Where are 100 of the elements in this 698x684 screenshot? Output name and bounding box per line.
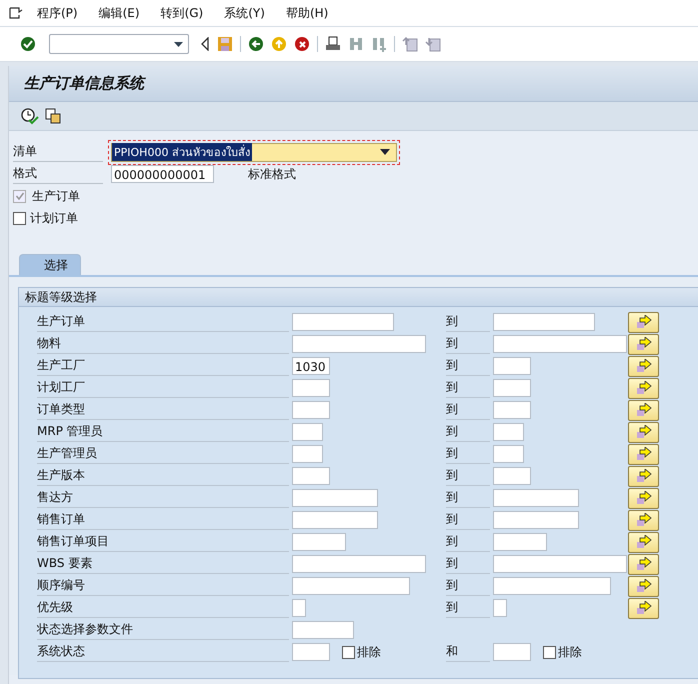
menu-item[interactable]: 程序(P) [37,4,78,22]
field-label: 格式 [13,164,103,184]
range-label: 到 [446,334,490,354]
input-field[interactable] [292,313,394,331]
menu-item[interactable]: 转到(G) [160,4,204,22]
arrow-icon [636,403,652,417]
field-label: 生产工厂 [37,356,289,376]
range-label: 到 [446,312,490,332]
input-field[interactable] [292,401,330,419]
checkbox[interactable] [543,646,556,658]
input-field[interactable] [292,599,306,617]
cancel-icon[interactable] [294,36,310,52]
page-up-icon[interactable] [402,36,418,52]
arrow-icon [636,601,652,615]
back-triangle-icon[interactable] [200,37,210,51]
arrow-icon [636,469,652,483]
arrow-icon [636,381,652,395]
multiple-selection-button[interactable] [628,532,659,552]
checkbox[interactable] [342,646,355,658]
arrow-icon [636,337,652,351]
print-icon[interactable] [325,36,341,52]
page-down-icon[interactable] [425,36,441,52]
input-field[interactable] [493,577,611,595]
multiple-selection-button[interactable] [628,400,659,420]
menu-item[interactable]: 帮助(H) [286,4,328,22]
input-field[interactable] [292,621,354,639]
input-field[interactable] [493,335,627,353]
multiple-selection-button[interactable] [628,554,659,574]
input-field[interactable] [292,445,323,463]
multiple-selection-button[interactable] [628,488,659,508]
back-icon[interactable] [248,36,264,52]
range-label: 到 [446,400,490,420]
tab[interactable]: 选择 [19,254,81,275]
checkbox-label: 排除 [357,644,381,660]
multiple-selection-button[interactable] [628,444,659,464]
input-field[interactable] [493,467,531,485]
input-field[interactable] [292,489,378,507]
exit-icon[interactable] [271,36,287,52]
input-field[interactable] [292,533,346,551]
multiple-selection-button[interactable] [628,576,659,596]
input-field[interactable]: 000000000001 [111,165,214,183]
field-label: 生产订单 [37,312,289,332]
dropdown-arrow-icon[interactable] [174,42,183,47]
input-field[interactable] [292,577,410,595]
range-label: 到 [446,356,490,376]
input-field[interactable] [493,313,595,331]
input-field[interactable] [493,599,507,617]
checkbox-label: 计划订单 [30,210,78,226]
input-field[interactable] [493,423,524,441]
arrow-icon [636,535,652,549]
input-field[interactable] [493,357,531,375]
field-label: WBS 要素 [37,554,289,574]
input-field[interactable] [493,445,524,463]
arrow-icon [636,447,652,461]
menu-item[interactable]: 系统(Y) [224,4,265,22]
input-field[interactable] [292,511,378,529]
command-field[interactable] [49,34,189,54]
save-icon[interactable] [217,36,233,52]
check-icon[interactable] [20,36,36,52]
input-field[interactable] [292,555,426,573]
input-field[interactable] [292,467,330,485]
field-label: 系统状态 [37,642,289,662]
input-field[interactable] [292,423,323,441]
input-field[interactable] [493,643,531,661]
multiple-selection-button[interactable] [628,312,659,332]
checkbox[interactable] [13,212,26,224]
multiple-selection-button[interactable] [628,422,659,442]
menu-item[interactable]: 编辑(E) [98,4,140,22]
input-field[interactable] [493,511,579,529]
input-field[interactable] [493,533,547,551]
multiple-selection-button[interactable] [628,334,659,354]
arrow-icon [636,359,652,373]
range-label: 到 [446,466,490,486]
arrow-icon [636,425,652,439]
field-label: MRP 管理员 [37,422,289,442]
input-field[interactable] [493,401,531,419]
field-label: 计划工厂 [37,378,289,398]
field-label: 生产版本 [37,466,289,486]
field-label: 顺序编号 [37,576,289,596]
input-field[interactable] [493,489,579,507]
range-label: 到 [446,488,490,508]
menu-icon[interactable] [9,7,23,19]
input-field[interactable] [292,379,330,397]
copy-pages-icon[interactable] [45,108,61,124]
input-field[interactable] [493,555,627,573]
multiple-selection-button[interactable] [628,598,659,618]
multiple-selection-button[interactable] [628,356,659,376]
range-label: 到 [446,598,490,618]
clock-check-icon[interactable] [21,108,39,124]
dropdown-arrow-icon[interactable] [380,149,390,155]
input-field[interactable]: 1030 [292,357,330,375]
arrow-icon [636,315,652,329]
input-field[interactable] [292,643,330,661]
input-field[interactable] [292,335,426,353]
range-label: 到 [446,378,490,398]
input-field[interactable] [493,379,531,397]
multiple-selection-button[interactable] [628,510,659,530]
multiple-selection-button[interactable] [628,378,659,398]
multiple-selection-button[interactable] [628,466,659,486]
range-label: 到 [446,422,490,442]
